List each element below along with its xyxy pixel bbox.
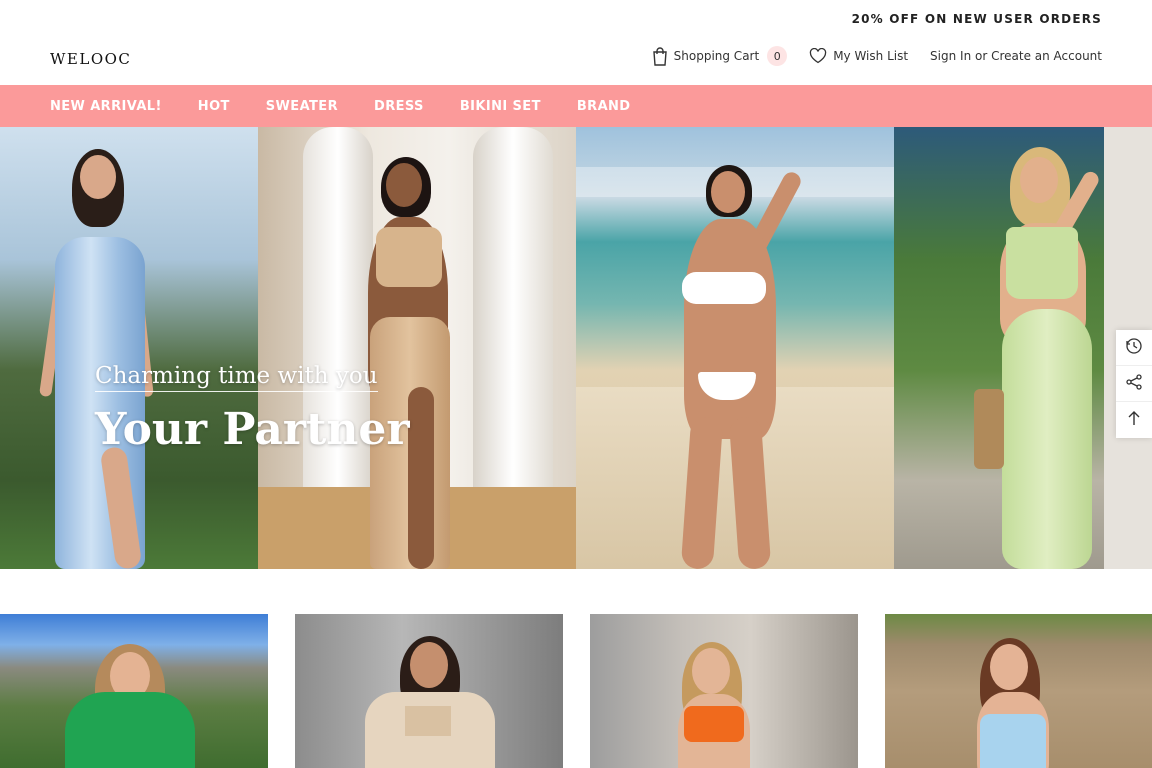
- wish-list-link[interactable]: My Wish List: [809, 48, 908, 64]
- heart-icon: [809, 48, 827, 64]
- share-button[interactable]: [1116, 366, 1152, 402]
- cart-count-badge: 0: [767, 46, 788, 66]
- nav-item-bikini-set[interactable]: BIKINI SET: [460, 99, 541, 114]
- product-card-orange-top[interactable]: [590, 614, 858, 768]
- product-grid: [0, 614, 1152, 768]
- hero-photo-beige-set: [258, 127, 576, 569]
- wish-list-label: My Wish List: [833, 49, 909, 63]
- shopping-bag-icon: [652, 46, 668, 66]
- nav-item-dress[interactable]: DRESS: [374, 99, 424, 114]
- site-logo[interactable]: WELOOC: [50, 50, 131, 68]
- hero-text-block: Charming time with you Your Partner: [95, 363, 410, 455]
- nav-item-new-arrival[interactable]: NEW ARRIVAL!: [50, 99, 162, 114]
- site-header: WELOOC Shopping Cart 0 My Wish List Sign…: [0, 38, 1152, 84]
- floating-tools: [1116, 330, 1152, 438]
- hero-subtitle: Charming time with you: [95, 363, 378, 392]
- arrow-up-icon: [1127, 409, 1141, 431]
- hero-title: Your Partner: [95, 404, 410, 455]
- nav-item-hot[interactable]: HOT: [198, 99, 230, 114]
- shopping-cart-label: Shopping Cart: [673, 49, 760, 63]
- header-actions: Shopping Cart 0 My Wish List Sign In or …: [652, 46, 1102, 66]
- promo-banner: 20% OFF ON NEW USER ORDERS: [851, 12, 1102, 26]
- history-icon: [1125, 337, 1143, 359]
- shopping-cart-link[interactable]: Shopping Cart 0: [652, 46, 788, 66]
- nav-item-sweater[interactable]: SWEATER: [266, 99, 338, 114]
- share-icon: [1125, 373, 1143, 395]
- hero-photo-white-bikini: [576, 127, 894, 569]
- hero-photo-blue-dress: [0, 127, 258, 569]
- nav-item-brand[interactable]: BRAND: [577, 99, 631, 114]
- hero-banner[interactable]: Charming time with you Your Partner: [0, 127, 1152, 569]
- main-navigation: NEW ARRIVAL! HOT SWEATER DRESS BIKINI SE…: [0, 85, 1152, 127]
- product-card-knit-set[interactable]: [295, 614, 563, 768]
- sign-in-link[interactable]: Sign In or Create an Account: [930, 49, 1102, 63]
- product-card-blue-cami[interactable]: [885, 614, 1152, 768]
- product-card-green-sweater[interactable]: [0, 614, 268, 768]
- history-button[interactable]: [1116, 330, 1152, 366]
- hero-photo-green-set: [894, 127, 1152, 569]
- back-to-top-button[interactable]: [1116, 402, 1152, 438]
